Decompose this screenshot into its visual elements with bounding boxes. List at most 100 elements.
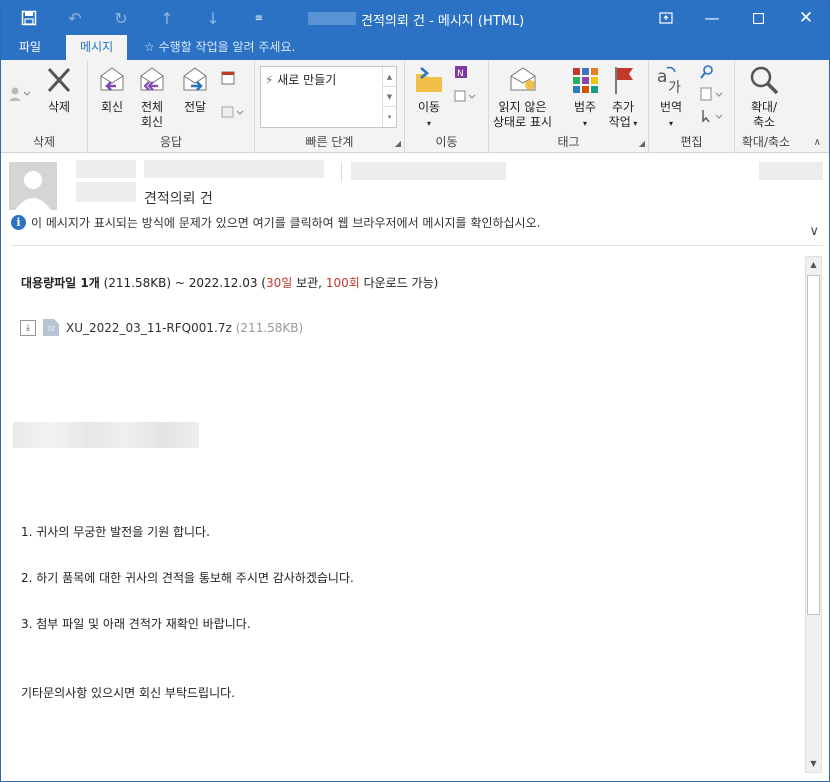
categorize-button[interactable]: 범주 ▾: [569, 64, 601, 131]
svg-text:N: N: [457, 69, 464, 79]
expand-header-icon[interactable]: ∨: [809, 224, 819, 239]
find-icon[interactable]: [699, 64, 715, 84]
related-icon[interactable]: [699, 86, 727, 106]
delete-button[interactable]: 삭제: [43, 64, 75, 115]
group-editing: a가 번역 ▾ 편집: [649, 60, 735, 153]
zoom-label-1: 확대/: [750, 100, 778, 114]
group-move: 이동 ▾ N 이동: [405, 60, 489, 153]
bulk-attachment-count: 100회: [325, 276, 360, 290]
bulk-attachment-info: 대용량파일 1개 (211.58KB) ~ 2022.12.03 (30일 보관…: [21, 274, 438, 291]
scroll-down-arrow-icon[interactable]: ▼: [806, 756, 821, 772]
tab-file[interactable]: 파일: [5, 35, 55, 60]
dialog-launcher-icon[interactable]: ◢: [395, 139, 401, 148]
follow-up-dropdown-icon: ▾: [630, 119, 638, 128]
follow-up-button[interactable]: 추가 작업 ▾: [607, 64, 639, 131]
message-body: 대용량파일 1개 (211.58KB) ~ 2022.12.03 (30일 보관…: [1, 247, 805, 781]
redacted-sender-date: [76, 160, 136, 178]
save-icon[interactable]: [6, 1, 52, 35]
quick-steps-gallery[interactable]: ⚡ 새로 만들기 ▲ ▼ ▾: [260, 66, 397, 128]
reply-label: 회신: [100, 100, 124, 114]
gallery-expand-icon[interactable]: ▾: [383, 107, 396, 127]
meeting-reply-icon[interactable]: [220, 70, 236, 90]
group-label-editing: 편집: [680, 135, 703, 149]
header-divider-line: [11, 245, 823, 246]
scroll-down-icon[interactable]: ▼: [383, 87, 396, 107]
actions-icon[interactable]: [453, 88, 479, 108]
quick-step-label: 새로 만들기: [277, 73, 337, 87]
undo-icon[interactable]: ↶: [52, 1, 98, 35]
tags-dialog-launcher-icon[interactable]: ◢: [639, 139, 645, 148]
info-bar[interactable]: i 이 메시지가 표시되는 방식에 문제가 있으면 여기를 클릭하여 웹 브라우…: [11, 214, 540, 231]
quick-step-create-new[interactable]: ⚡ 새로 만들기: [265, 71, 336, 88]
reply-all-button[interactable]: 전체 회신: [136, 64, 168, 130]
tell-me-text: 수행할 작업을 알려 주세요.: [158, 40, 296, 54]
categorize-dropdown-icon: ▾: [582, 119, 587, 128]
scroll-up-icon[interactable]: ▲: [383, 67, 396, 87]
close-button[interactable]: ✕: [783, 1, 829, 35]
group-zoom: 확대/ 축소 확대/축소: [735, 60, 797, 153]
more-respond-icon[interactable]: [220, 104, 246, 124]
bulk-attachment-label: 대용량파일 1개: [21, 276, 100, 290]
reply-button[interactable]: 회신: [96, 64, 128, 115]
redacted-timestamp: [759, 162, 823, 180]
follow-up-label-2: 작업: [608, 115, 631, 129]
group-label-tags: 태그: [557, 135, 580, 149]
move-label: 이동: [417, 100, 441, 114]
avatar: [9, 162, 57, 210]
minimize-button[interactable]: —: [689, 1, 735, 35]
mark-unread-label-2: 상태로 표시: [493, 115, 553, 129]
redacted-recipient: [351, 162, 506, 180]
body-scrollbar[interactable]: ▲ ▼: [805, 256, 822, 773]
ribbon: 삭제 삭제 회신 전체 회신 전달 응답 ⚡ 새로 만들기 ▲ ▼ ▾ 빠른 단…: [1, 60, 829, 153]
maximize-button[interactable]: [735, 1, 781, 35]
group-delete: 삭제 삭제: [1, 60, 88, 153]
translate-dropdown-icon: ▾: [668, 119, 673, 128]
lightbulb-icon: ☆: [144, 40, 155, 54]
move-button[interactable]: 이동 ▾: [413, 64, 445, 131]
tell-me-box[interactable]: ☆ 수행할 작업을 알려 주세요.: [144, 35, 295, 60]
outlook-message-window: ↶ ↻ ↑ ↓ ≡ 견적의뢰 건 - 메시지 (HTML) — ✕ 파일 메시지…: [0, 0, 830, 782]
forward-button[interactable]: 전달: [179, 64, 211, 115]
up-arrow-icon[interactable]: ↑: [144, 1, 190, 35]
move-dropdown-icon: ▾: [426, 119, 431, 128]
download-icon[interactable]: ⤓: [20, 319, 36, 336]
body-paragraph-4: 기타문의사항 있으시면 회신 부탁드립니다.: [21, 686, 235, 700]
select-icon[interactable]: [699, 108, 727, 128]
redacted-sender-name: [144, 160, 324, 178]
body-paragraph-3: 3. 첨부 파일 및 아래 견적가 재확인 바랍니다.: [21, 617, 251, 631]
ribbon-display-options-icon[interactable]: [643, 1, 689, 35]
group-label-delete: 삭제: [32, 135, 56, 149]
down-arrow-icon[interactable]: ↓: [190, 1, 236, 35]
quick-steps-scroll[interactable]: ▲ ▼ ▾: [382, 67, 396, 127]
translate-button[interactable]: a가 번역 ▾: [655, 64, 687, 131]
group-label-respond: 응답: [159, 135, 183, 149]
group-respond: 회신 전체 회신 전달 응답: [88, 60, 255, 153]
group-quick-steps: ⚡ 새로 만들기 ▲ ▼ ▾ 빠른 단계 ◢: [255, 60, 405, 153]
group-label-zoom: 확대/축소: [741, 135, 791, 149]
redacted-title-prefix: [308, 12, 356, 25]
svg-text:a: a: [657, 67, 667, 87]
ignore-button[interactable]: [7, 86, 33, 106]
attachment-file-size: (211.58KB): [235, 320, 304, 335]
onenote-icon[interactable]: N: [453, 64, 469, 84]
header-divider: [341, 162, 342, 182]
customize-qat-icon[interactable]: ≡: [236, 1, 282, 35]
redacted-greeting: [13, 422, 199, 448]
translate-label: 번역: [659, 100, 683, 114]
mark-unread-button[interactable]: 읽지 않은 상태로 표시: [493, 64, 552, 130]
info-bar-text: 이 메시지가 표시되는 방식에 문제가 있으면 여기를 클릭하여 웹 브라우저에…: [31, 216, 541, 230]
redo-icon[interactable]: ↻: [98, 1, 144, 35]
tab-message[interactable]: 메시지: [66, 35, 128, 61]
title-bar: ↶ ↻ ↑ ↓ ≡ 견적의뢰 건 - 메시지 (HTML) — ✕: [1, 1, 829, 35]
bulk-attachment-range: ~ 2022.12.03 (: [174, 276, 266, 290]
scrollbar-thumb[interactable]: [807, 275, 820, 615]
categorize-label: 범주: [573, 100, 597, 114]
group-label-move: 이동: [435, 135, 458, 149]
bulk-attachment-keep: 보관,: [292, 276, 326, 290]
collapse-ribbon-icon[interactable]: ∧: [814, 137, 821, 148]
scroll-up-arrow-icon[interactable]: ▲: [806, 257, 821, 273]
attachment-row: ⤓ 7Z XU_2022_03_11-RFQ001.7z (211.58KB): [20, 319, 303, 336]
body-paragraph-1: 1. 귀사의 무궁한 발전을 기원 합니다.: [21, 525, 210, 539]
zoom-button[interactable]: 확대/ 축소: [748, 64, 780, 130]
attachment-file-name[interactable]: XU_2022_03_11-RFQ001.7z: [66, 321, 232, 335]
